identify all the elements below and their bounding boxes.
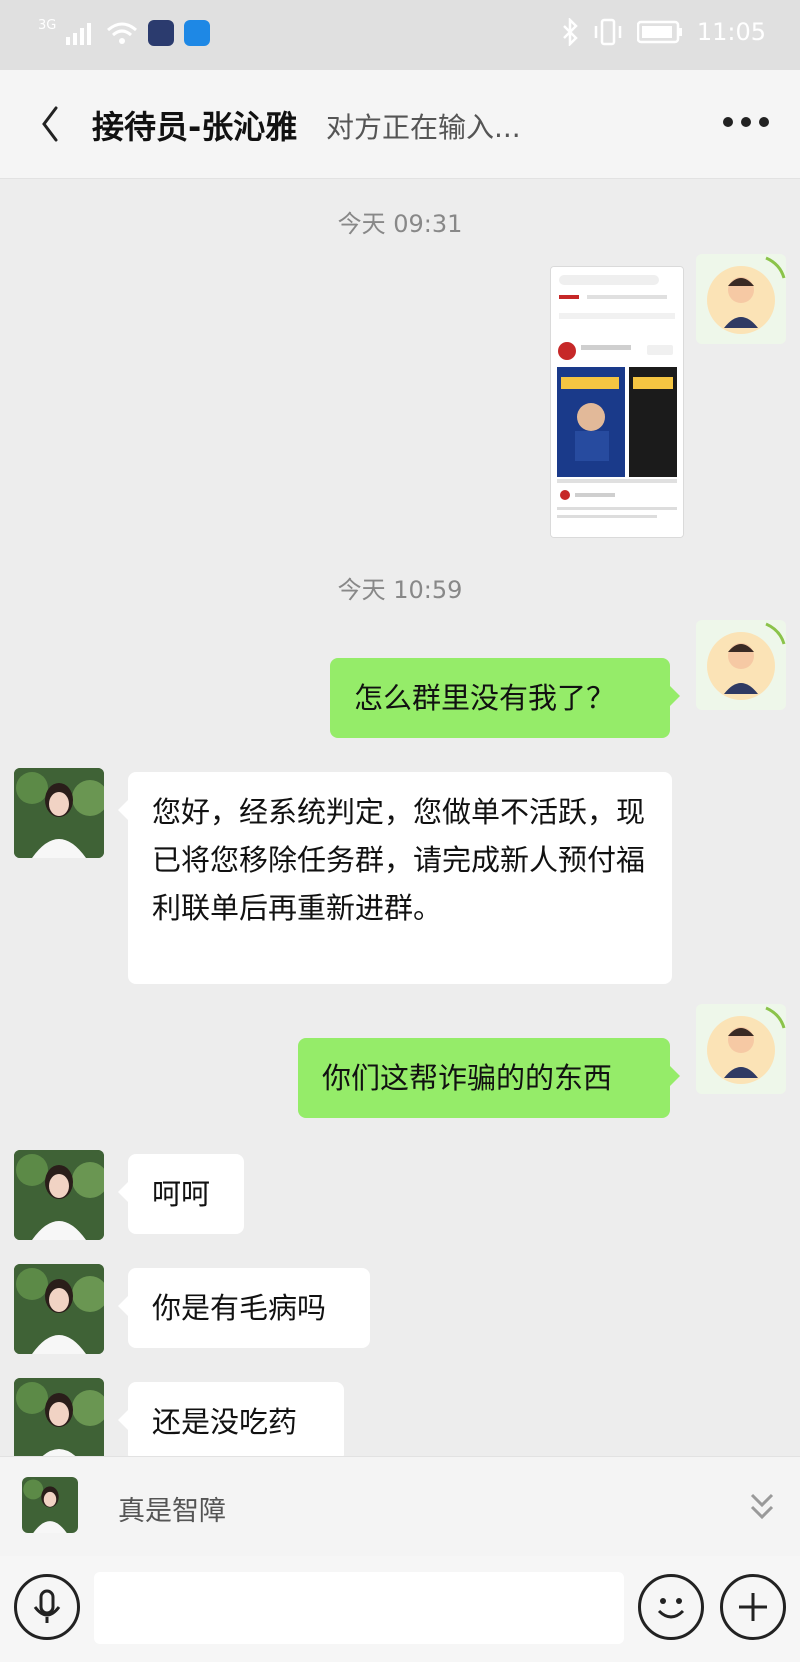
message-bubble-incoming[interactable]: 还是没吃药 <box>118 1382 344 1456</box>
smiley-icon <box>657 1598 685 1619</box>
network-label: 3G <box>38 17 57 33</box>
preview-text: 真是智障 <box>118 1496 226 1527</box>
self-avatar[interactable] <box>696 1004 786 1094</box>
contact-avatar[interactable] <box>14 1150 104 1240</box>
contact-photo-icon <box>14 1264 104 1354</box>
more-options-button[interactable] <box>716 100 776 144</box>
contact-name[interactable]: 接待员-张沁雅 <box>92 102 297 148</box>
back-button[interactable] <box>30 98 80 150</box>
message-bubble-incoming[interactable]: 你是有毛病吗 <box>118 1268 370 1348</box>
contact-photo-icon <box>14 768 104 858</box>
image-message[interactable] <box>550 266 684 538</box>
contact-avatar[interactable] <box>14 1264 104 1354</box>
emoji-button[interactable] <box>638 1574 704 1640</box>
cartoon-person-icon <box>707 1006 786 1084</box>
contact-photo-icon <box>22 1477 78 1533</box>
double-chevron-down-icon[interactable] <box>746 1489 778 1525</box>
chat-messages[interactable]: 今天 09:31 今天 10:59 怎么群里没有我了？ 您好，经系统判定，您做单… <box>0 178 800 1456</box>
more-functions-button[interactable] <box>720 1574 786 1640</box>
chat-header: 接待员-张沁雅 对方正在输入... <box>0 70 800 179</box>
signal-icon <box>66 23 92 45</box>
moon-app-icon <box>148 20 175 46</box>
contact-photo-icon <box>14 1150 104 1240</box>
typing-status: 对方正在输入... <box>326 111 521 144</box>
contact-avatar[interactable] <box>14 768 104 858</box>
self-avatar[interactable] <box>696 254 786 344</box>
vibrate-icon <box>594 18 622 46</box>
timestamp: 今天 10:59 <box>337 576 463 604</box>
screenshot-thumbnail <box>551 267 683 537</box>
clock: 11:05 <box>696 18 766 46</box>
battery-icon <box>636 20 682 44</box>
input-bar <box>0 1556 800 1662</box>
self-avatar[interactable] <box>696 620 786 710</box>
more-dots-icon <box>723 117 769 127</box>
message-bubble-outgoing[interactable]: 你们这帮诈骗的的东西 <box>298 1038 680 1118</box>
message-bubble-incoming[interactable]: 呵呵 <box>118 1154 244 1234</box>
message-bubble-incoming[interactable]: 您好，经系统判定，您做单不活跃，现已将您移除任务群，请完成新人预付福利联单后再重… <box>118 772 672 984</box>
plus-icon <box>739 1593 767 1621</box>
status-left: 3G <box>38 17 211 46</box>
message-bubble-outgoing[interactable]: 怎么群里没有我了？ <box>330 658 680 738</box>
cartoon-person-icon <box>707 622 786 700</box>
contact-avatar-small <box>22 1477 78 1533</box>
new-message-preview[interactable]: 真是智障 <box>0 1456 800 1557</box>
timestamp: 今天 09:31 <box>337 210 463 238</box>
bluetooth-icon <box>562 18 578 46</box>
wifi-icon <box>107 22 138 44</box>
contact-avatar[interactable] <box>14 1378 104 1456</box>
voice-button[interactable] <box>14 1574 80 1640</box>
shield-app-icon <box>184 20 211 46</box>
status-right: 11:05 <box>561 18 766 46</box>
cartoon-person-icon <box>707 256 786 334</box>
chevron-left-icon <box>42 106 58 142</box>
message-input[interactable] <box>94 1572 624 1644</box>
status-bar: 3G 11:05 <box>0 0 800 70</box>
contact-photo-icon <box>14 1378 104 1456</box>
microphone-icon <box>33 1589 61 1623</box>
